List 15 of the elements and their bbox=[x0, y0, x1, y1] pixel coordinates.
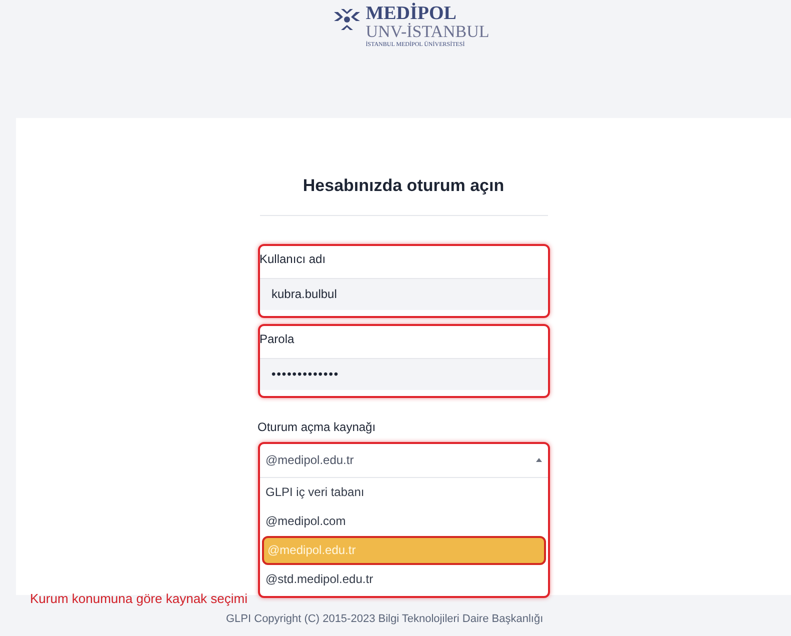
logo-subtitle: UNV-İSTANBUL bbox=[366, 23, 490, 40]
field-label: Parola bbox=[260, 330, 296, 348]
dropdown-option[interactable]: @medipol.com bbox=[262, 506, 546, 536]
annotation-caption: Kurum konumuna göre kaynak seçimi bbox=[30, 590, 248, 608]
login-title: Hesabınızda oturum açın bbox=[302, 175, 504, 197]
dropdown-option[interactable]: GLPI iç veri tabanı bbox=[262, 478, 546, 506]
field-label: Kullanıcı adı bbox=[260, 250, 327, 268]
password-field[interactable]: ••••••••••••• bbox=[260, 358, 548, 390]
footer-copyright: GLPI Copyright (C) 2015-2023 Bilgi Teknolojileri Daire Başkanlığı bbox=[226, 612, 544, 626]
caret-icon bbox=[536, 458, 542, 462]
source-select[interactable]: @medipol.edu.tr bbox=[260, 444, 548, 478]
source-label: Oturum açma kaynağı bbox=[258, 418, 377, 436]
dropdown-option[interactable]: @std.medipol.edu.tr bbox=[262, 564, 546, 594]
logo-name: MEDİPOL bbox=[366, 4, 456, 23]
username-field[interactable]: kubra.bulbul bbox=[260, 278, 548, 310]
